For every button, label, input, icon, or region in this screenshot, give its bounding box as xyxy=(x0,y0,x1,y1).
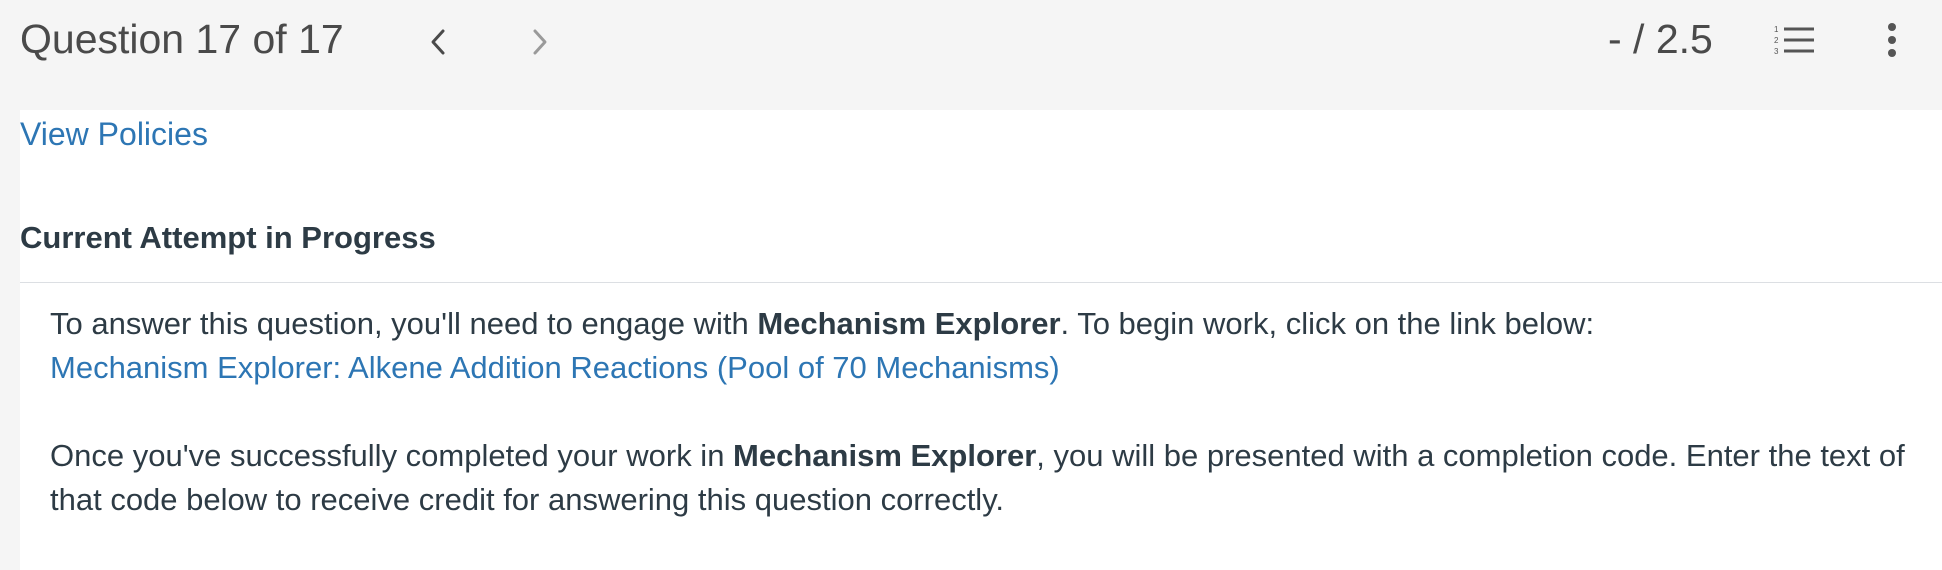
mechanism-link-line: Mechanism Explorer: Alkene Addition Reac… xyxy=(50,346,1910,390)
question-body: To answer this question, you'll need to … xyxy=(50,302,1910,522)
score-display: - / 2.5 xyxy=(1608,16,1713,62)
question-content: View Policies Current Attempt in Progres… xyxy=(20,110,1942,570)
question-counter: Question 17 of 17 xyxy=(20,16,344,62)
intro-text-prefix: To answer this question, you'll need to … xyxy=(50,306,758,341)
more-options-button[interactable] xyxy=(1870,18,1914,62)
question-header: Question 17 of 17 - / 2.5 1 2 3 xyxy=(0,0,1942,110)
previous-question-button[interactable] xyxy=(416,20,460,64)
intro-paragraph: To answer this question, you'll need to … xyxy=(50,302,1910,346)
chevron-left-icon xyxy=(431,29,445,55)
vertical-ellipsis-icon xyxy=(1888,23,1896,57)
completion-paragraph: Once you've successfully completed your … xyxy=(50,434,1910,522)
view-policies-link[interactable]: View Policies xyxy=(20,114,208,154)
section-divider xyxy=(20,282,1942,283)
completion-bold-text: Mechanism Explorer xyxy=(733,438,1037,473)
question-list-button[interactable]: 1 2 3 xyxy=(1770,20,1818,60)
chevron-right-icon xyxy=(533,29,547,55)
completion-text-prefix: Once you've successfully completed your … xyxy=(50,438,734,473)
svg-text:2: 2 xyxy=(1774,36,1779,45)
intro-text-suffix: . To begin work, click on the link below… xyxy=(1060,306,1595,341)
svg-text:3: 3 xyxy=(1774,47,1779,56)
svg-text:1: 1 xyxy=(1774,25,1779,34)
attempt-heading: Current Attempt in Progress xyxy=(20,220,436,255)
mechanism-explorer-link[interactable]: Mechanism Explorer: Alkene Addition Reac… xyxy=(50,350,1060,385)
numbered-list-icon: 1 2 3 xyxy=(1774,25,1814,56)
next-question-button[interactable] xyxy=(518,20,562,64)
intro-bold-text: Mechanism Explorer xyxy=(757,306,1061,341)
